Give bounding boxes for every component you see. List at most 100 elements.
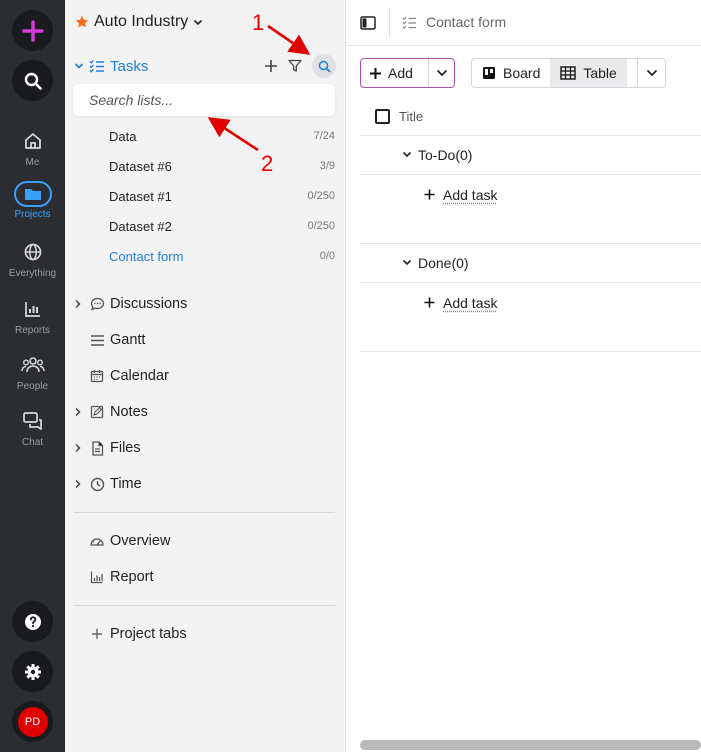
chat-icon xyxy=(22,412,42,430)
clock-icon xyxy=(90,477,104,491)
group-spacer xyxy=(360,322,701,352)
rail-item-reports[interactable]: Reports xyxy=(0,295,65,336)
tasks-section-header[interactable]: Tasks xyxy=(74,54,336,78)
view-board-button[interactable]: Board xyxy=(472,59,550,87)
list-count: 3/9 xyxy=(319,160,335,172)
add-task-button[interactable]: Add task xyxy=(360,283,701,322)
add-task-button[interactable]: Add task xyxy=(360,175,701,214)
rail-label: Everything xyxy=(8,268,57,279)
breadcrumb: Contact form xyxy=(402,14,506,30)
list-count: 0/250 xyxy=(307,220,335,232)
list-name: Contact form xyxy=(109,248,184,264)
task-list-icon xyxy=(89,60,104,73)
bar-chart-icon xyxy=(90,571,103,584)
view-label: Board xyxy=(503,65,541,81)
view-table-button[interactable]: Table xyxy=(550,59,627,87)
list-item[interactable]: Dataset #6 3/9 xyxy=(109,156,335,176)
global-search-button[interactable] xyxy=(12,60,53,101)
search-icon xyxy=(24,72,42,90)
view-label: Table xyxy=(583,65,617,81)
file-icon xyxy=(91,440,103,456)
list-item-current[interactable]: Contact form 0/0 xyxy=(109,246,335,266)
nav-discussions[interactable]: Discussions xyxy=(74,293,336,315)
divider xyxy=(389,8,390,38)
list-item[interactable]: Dataset #2 0/250 xyxy=(109,216,335,236)
rail-item-chat[interactable]: Chat xyxy=(0,407,65,448)
chevron-right-icon[interactable] xyxy=(74,443,82,453)
nav-overview[interactable]: Overview xyxy=(74,530,336,552)
nav-calendar[interactable]: Calendar xyxy=(74,365,336,387)
list-item[interactable]: Dataset #1 0/250 xyxy=(109,186,335,206)
chevron-right-icon[interactable] xyxy=(74,299,82,309)
list-search-button[interactable] xyxy=(312,54,336,78)
divider xyxy=(74,512,335,513)
plus-icon xyxy=(424,297,435,308)
gantt-icon xyxy=(90,334,104,346)
gauge-icon xyxy=(90,534,104,546)
nav-report[interactable]: Report xyxy=(74,566,336,588)
rail-label: Reports xyxy=(14,325,50,336)
horizontal-scrollbar[interactable] xyxy=(360,740,701,750)
create-button[interactable] xyxy=(12,10,53,51)
nav-gantt[interactable]: Gantt xyxy=(74,329,336,351)
nav-notes[interactable]: Notes xyxy=(74,401,336,423)
help-icon xyxy=(24,613,41,630)
group-done[interactable]: Done(0) xyxy=(360,244,701,283)
nav-label: Calendar xyxy=(110,368,169,384)
list-item[interactable]: Data 7/24 xyxy=(109,126,335,146)
search-lists-input[interactable] xyxy=(89,92,319,108)
people-icon xyxy=(20,357,45,373)
nav-rail: Me Projects Everything Reports People Ch… xyxy=(0,0,65,752)
nav-label: Discussions xyxy=(110,296,188,312)
add-dropdown-button[interactable] xyxy=(429,69,454,77)
list-name: Data xyxy=(109,128,137,144)
chevron-right-icon[interactable] xyxy=(74,479,82,489)
group-label: Done(0) xyxy=(418,255,469,271)
add-button[interactable]: Add xyxy=(361,59,429,87)
nav-label: Project tabs xyxy=(110,626,187,642)
chevron-down-icon xyxy=(646,69,657,77)
calendar-icon xyxy=(90,370,104,383)
chevron-down-icon[interactable] xyxy=(402,259,412,267)
chevron-right-icon[interactable] xyxy=(74,407,82,417)
annotation-number-2: 2 xyxy=(261,151,274,176)
chevron-down-icon[interactable] xyxy=(402,151,412,159)
plus-icon xyxy=(424,189,435,200)
group-label: To-Do(0) xyxy=(418,147,473,163)
search-lists-field[interactable] xyxy=(73,84,335,116)
view-dropdown-button[interactable] xyxy=(637,59,665,87)
task-table: Title To-Do(0) Add task Done(0) Add task xyxy=(360,98,701,352)
nav-files[interactable]: Files xyxy=(74,437,336,459)
group-todo[interactable]: To-Do(0) xyxy=(360,136,701,175)
select-all-checkbox[interactable] xyxy=(375,109,390,124)
table-header: Title xyxy=(360,98,701,136)
help-button[interactable] xyxy=(12,601,53,642)
nav-time[interactable]: Time xyxy=(74,473,336,495)
rail-label: Me xyxy=(25,157,40,168)
chevron-down-icon xyxy=(436,69,447,77)
top-bar: Contact form xyxy=(346,0,701,46)
rail-item-everything[interactable]: Everything xyxy=(0,238,65,279)
bar-chart-icon xyxy=(24,302,40,317)
rail-item-people[interactable]: People xyxy=(0,351,65,392)
workspace-switcher[interactable]: Auto Industry xyxy=(75,13,203,31)
chevron-down-icon[interactable] xyxy=(74,61,84,71)
rail-item-me[interactable]: Me xyxy=(0,127,65,168)
rail-item-projects[interactable]: Projects xyxy=(0,180,65,220)
filter-icon[interactable] xyxy=(288,59,302,73)
avatar: PD xyxy=(17,706,48,737)
settings-button[interactable] xyxy=(12,651,53,692)
breadcrumb-current: Contact form xyxy=(426,14,507,30)
folder-icon xyxy=(24,189,41,200)
nav-label: Files xyxy=(110,440,141,456)
user-avatar-button[interactable]: PD xyxy=(12,701,53,742)
nav-label: Time xyxy=(110,476,142,492)
workspace-name: Auto Industry xyxy=(94,13,189,30)
search-icon xyxy=(318,60,331,73)
add-button-group: Add xyxy=(360,58,455,88)
project-sidebar: Auto Industry Tasks Data 7/24 Dataset #6… xyxy=(65,0,346,752)
add-list-icon[interactable] xyxy=(264,59,278,73)
sidebar-toggle-icon[interactable] xyxy=(360,16,376,30)
toolbar: Add Board Table xyxy=(360,58,666,88)
project-tabs-button[interactable]: Project tabs xyxy=(74,623,336,645)
